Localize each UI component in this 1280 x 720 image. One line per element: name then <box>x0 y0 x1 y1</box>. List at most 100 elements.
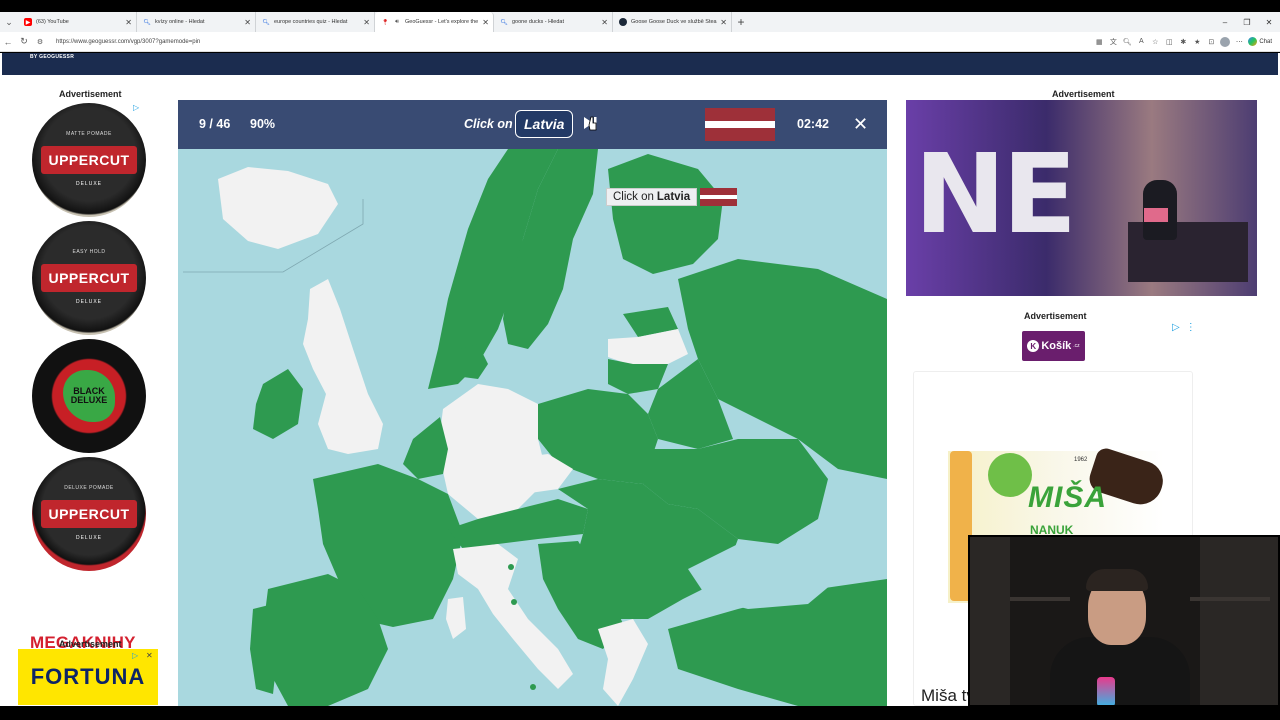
close-icon[interactable]: ✕ <box>244 18 251 27</box>
back-arrow-icon[interactable]: ← <box>0 37 16 47</box>
favorite-star-icon[interactable]: ☆ <box>1150 37 1160 47</box>
zoom-icon[interactable]: 🔍︎ <box>1122 37 1132 47</box>
video-laptop <box>1144 208 1168 222</box>
tin-brand: UPPERCUT <box>41 500 137 528</box>
browser-tab[interactable]: 🔍︎ europe countries quiz - Hledat ✕ <box>256 12 375 32</box>
country-vatican[interactable] <box>511 599 517 605</box>
misa-year: 1962 <box>1074 457 1088 463</box>
favorites-icon[interactable]: ★ <box>1192 37 1202 47</box>
speaker-icon[interactable]: 🔊︎ <box>393 18 401 26</box>
minimize-icon[interactable]: – <box>1214 18 1236 27</box>
hey-joe-black-deluxe-ad[interactable]: BLACK DELUXE <box>32 339 146 453</box>
uppercut-easy-hold-ad[interactable]: EASY HOLD UPPERCUT DELUXE <box>32 221 146 335</box>
latvia-flag-icon <box>705 108 775 141</box>
kosik-logo[interactable]: K Košík .cz <box>1022 331 1085 361</box>
shelf <box>1190 597 1270 601</box>
brand-name: GEOGUESSR <box>39 54 75 60</box>
collections-icon[interactable]: ⊡ <box>1206 37 1216 47</box>
adchoices-icon[interactable]: ▷ <box>133 103 142 112</box>
search-icon: 🔍︎ <box>500 19 508 26</box>
address-bar: ← ↻ ⚙ https://www.geoguessr.com/vgp/3007… <box>0 32 1280 52</box>
apps-grid-icon[interactable]: ▦ <box>1094 37 1104 47</box>
adchoices-icon[interactable]: ▷ <box>132 651 141 660</box>
tin-subtitle: DELUXE POMADE <box>64 485 114 491</box>
kosik-icon: K <box>1027 340 1040 352</box>
tin-deluxe: DELUXE <box>75 181 102 187</box>
tab-title: kvízy online - Hledat <box>155 19 205 25</box>
europe-map[interactable] <box>178 149 887 706</box>
uppercut-deluxe-pomade-ad[interactable]: DELUXE POMADE UPPERCUT DELUXE <box>32 457 146 571</box>
screen-top-strip <box>0 0 1280 12</box>
countdown-timer: 02:42 <box>797 117 829 131</box>
tab-menu-chevron-icon[interactable]: ⌄ <box>0 12 18 32</box>
translate-icon[interactable]: 文 <box>1108 37 1118 47</box>
tab-title: GeoGuessr - Let's explore the <box>405 19 479 25</box>
accuracy-percent: 90% <box>250 117 276 131</box>
webcam-overlay <box>968 535 1280 707</box>
new-tab-plus-icon[interactable]: + <box>732 15 750 29</box>
shelf <box>1200 537 1278 705</box>
reload-icon[interactable]: ↻ <box>16 36 32 47</box>
ad-more-options-icon[interactable]: ⋮ <box>1186 322 1196 333</box>
game-header-bar: 9 / 46 90% Click on Latvia 02:42 ✕ <box>178 100 887 149</box>
tin-brand: UPPERCUT <box>41 264 137 292</box>
tab-title: Goose Goose Duck ve službě Stea <box>631 19 717 25</box>
country-san-marino[interactable] <box>508 564 514 570</box>
copilot-icon <box>1248 37 1258 46</box>
close-icon[interactable]: ✕ <box>601 18 608 27</box>
target-country: Latvia <box>515 110 574 138</box>
browser-tab[interactable]: ▶ (63) YouTube ✕ <box>18 12 137 32</box>
prompt-text: Click on <box>464 117 513 131</box>
geoguessr-pin-icon: 📍︎ <box>381 19 389 26</box>
profile-avatar[interactable] <box>1220 36 1231 47</box>
browser-tab[interactable]: Goose Goose Duck ve službě Stea ✕ <box>613 12 732 32</box>
url-field[interactable]: https://www.geoguessr.com/vgp/3007?gamem… <box>56 39 1094 45</box>
geoguessr-brand[interactable]: BY GEOGUESSR <box>30 54 74 60</box>
split-screen-icon[interactable]: ◫ <box>1164 37 1174 47</box>
tin-deluxe: DELUXE <box>75 535 102 541</box>
site-header: BY GEOGUESSR <box>2 53 1278 75</box>
close-icon[interactable]: ✕ <box>363 18 370 27</box>
mouse-cursor-icon <box>588 116 597 131</box>
uppercut-matte-pomade-ad[interactable]: MATTE POMADE UPPERCUT DELUXE <box>32 103 146 217</box>
copilot-chat-button[interactable]: Chat <box>1248 37 1272 46</box>
adchoices-icon[interactable]: ▷ <box>1172 322 1180 333</box>
close-ad-icon[interactable]: ✕ <box>146 651 155 660</box>
close-icon[interactable]: ✕ <box>482 18 489 27</box>
browser-tab-active[interactable]: 📍︎ 🔊︎ GeoGuessr - Let's explore the ✕ <box>375 12 494 32</box>
extensions-icon[interactable]: ✱ <box>1178 37 1188 47</box>
browser-tab[interactable]: 🔍︎ goone ducks - Hledat ✕ <box>494 12 613 32</box>
tin-subtitle: EASY HOLD <box>72 249 106 255</box>
tooltip-prefix: Click on <box>613 191 654 203</box>
video-advertisement[interactable]: NE <box>906 100 1257 296</box>
tooltip-flag-icon <box>700 188 737 206</box>
browser-tab[interactable]: 🔍︎ kvízy online - Hledat ✕ <box>137 12 256 32</box>
streamer-hair <box>1086 569 1148 591</box>
ad-options: ▷ ⋮ <box>1172 322 1196 333</box>
misa-bear-mascot <box>988 453 1032 497</box>
country-malta[interactable] <box>530 684 536 690</box>
advertisement-label: Advertisement <box>1052 89 1115 99</box>
tab-title: (63) YouTube <box>36 19 69 25</box>
more-menu-icon[interactable]: ⋯ <box>1234 37 1244 47</box>
advertisement-label: Advertisement <box>59 639 122 649</box>
maximize-icon[interactable]: ❐ <box>1236 18 1258 27</box>
map-quiz-game: 9 / 46 90% Click on Latvia 02:42 ✕ Click… <box>178 100 887 706</box>
close-window-icon[interactable]: ✕ <box>1258 18 1280 27</box>
cursor-tooltip: Click on Latvia <box>606 188 698 206</box>
close-icon[interactable]: ✕ <box>125 18 132 27</box>
browser-tab-bar: ⌄ ▶ (63) YouTube ✕ 🔍︎ kvízy online - Hle… <box>0 12 1280 32</box>
kosik-name: Košík <box>1041 340 1072 352</box>
tin-subtitle: MATTE POMADE <box>66 131 112 137</box>
youtube-icon: ▶ <box>24 18 32 26</box>
video-ad-text: NE <box>914 130 1077 258</box>
close-icon[interactable]: ✕ <box>720 18 727 27</box>
close-game-icon[interactable]: ✕ <box>853 114 868 135</box>
reader-icon[interactable]: A <box>1136 37 1146 47</box>
site-info-icon[interactable]: ⚙ <box>32 38 48 46</box>
tooltip-target: Latvia <box>656 191 691 203</box>
fortuna-ad[interactable]: FORTUNA ▷ ✕ <box>18 649 158 706</box>
search-icon: 🔍︎ <box>262 19 270 26</box>
product-title[interactable]: Miša tv <box>921 686 975 706</box>
tin-deluxe: DELUXE <box>75 299 102 305</box>
